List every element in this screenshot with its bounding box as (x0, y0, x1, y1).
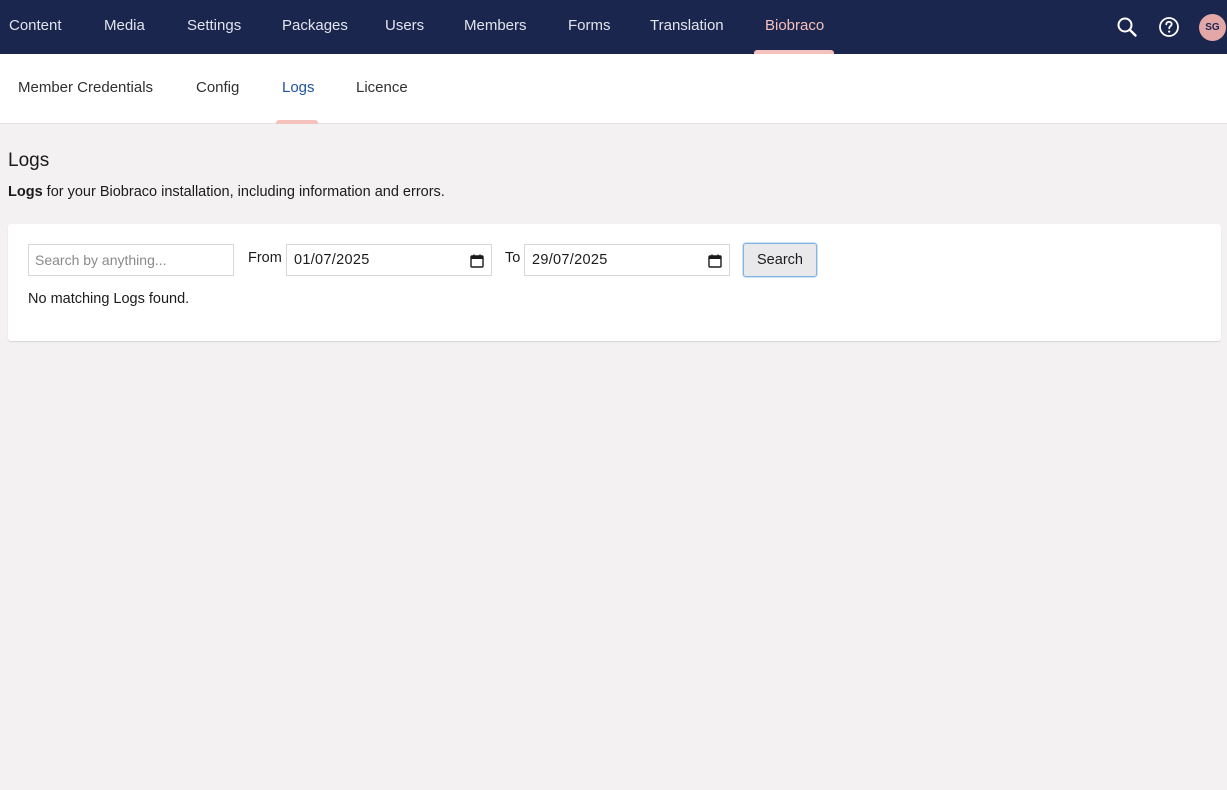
nav-item-settings[interactable]: Settings (187, 0, 241, 54)
nav-item-biobraco[interactable]: Biobraco (765, 0, 824, 54)
top-navigation-bar: Content Media Settings Packages Users Me… (0, 0, 1227, 54)
nav-item-forms[interactable]: Forms (568, 0, 611, 54)
from-date-value: 01/07/2025 (294, 252, 370, 268)
page-description-text: for your Biobraco installation, includin… (42, 184, 445, 200)
nav-item-packages[interactable]: Packages (282, 0, 348, 54)
from-date-field[interactable]: 01/07/2025 (286, 244, 492, 276)
tab-logs[interactable]: Logs (282, 54, 315, 122)
to-label: To (505, 250, 521, 266)
logs-card: From 01/07/2025 To 29/07/2025 Search No … (8, 224, 1221, 341)
nav-item-members[interactable]: Members (464, 0, 527, 54)
user-avatar[interactable]: SG (1199, 14, 1226, 41)
page-title: Logs (8, 150, 50, 171)
from-label: From (248, 250, 282, 266)
empty-results-message: No matching Logs found. (28, 291, 190, 307)
calendar-icon[interactable] (470, 254, 484, 268)
page-description: Logs for your Biobraco installation, inc… (8, 184, 445, 200)
search-icon[interactable] (1115, 15, 1139, 39)
to-date-value: 29/07/2025 (532, 252, 608, 268)
calendar-icon[interactable] (708, 254, 722, 268)
tab-licence[interactable]: Licence (356, 54, 408, 122)
section-tabs: Member Credentials Config Logs Licence (0, 54, 1227, 124)
nav-item-translation[interactable]: Translation (650, 0, 724, 54)
help-icon[interactable] (1157, 15, 1181, 39)
nav-item-media[interactable]: Media (104, 0, 145, 54)
tab-member-credentials[interactable]: Member Credentials (18, 54, 153, 122)
tab-config[interactable]: Config (196, 54, 239, 122)
nav-item-content[interactable]: Content (9, 0, 62, 54)
active-tab-indicator (276, 120, 318, 124)
page-description-bold: Logs (8, 184, 43, 200)
nav-item-users[interactable]: Users (385, 0, 424, 54)
search-input[interactable] (28, 244, 234, 276)
search-button[interactable]: Search (743, 243, 817, 277)
to-date-field[interactable]: 29/07/2025 (524, 244, 730, 276)
